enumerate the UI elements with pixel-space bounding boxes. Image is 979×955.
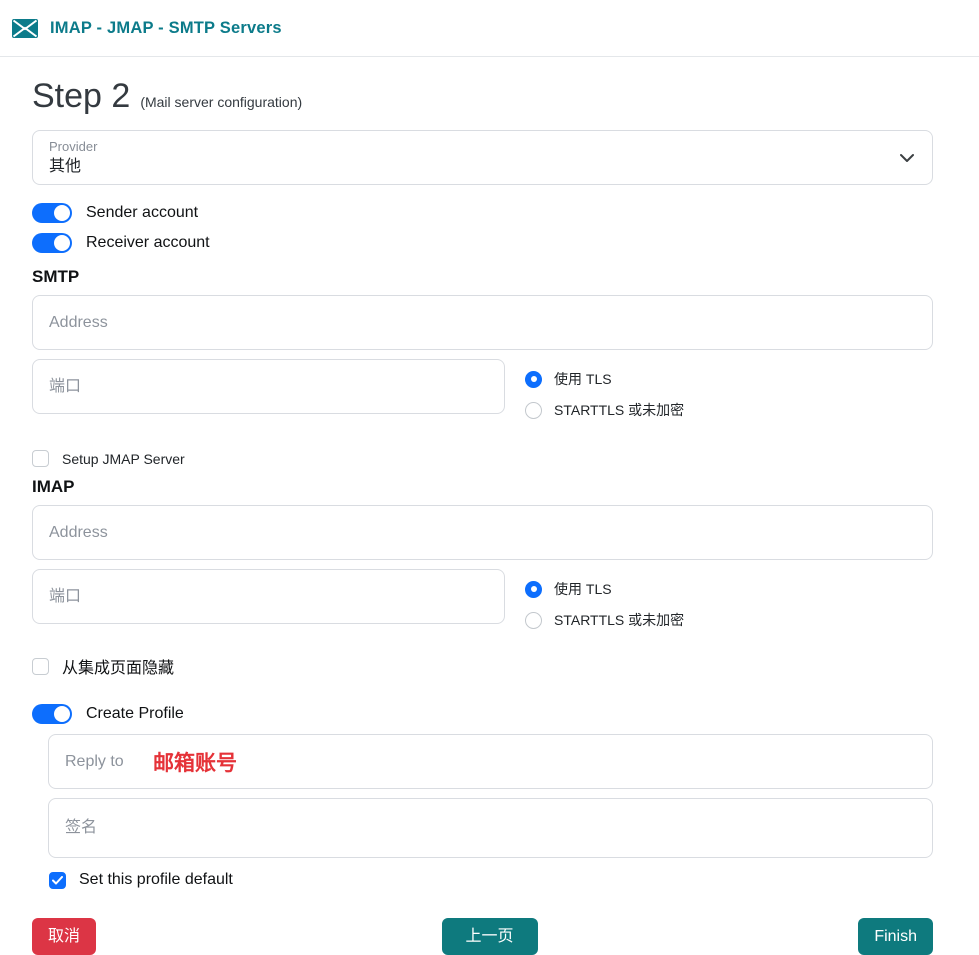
imap-port-row: 使用 TLS STARTTLS 或未加密	[32, 569, 933, 630]
imap-encryption-options: 使用 TLS STARTTLS 或未加密	[525, 569, 684, 630]
hide-from-integration-row: 从集成页面隐藏	[32, 654, 933, 678]
radio-button-icon[interactable]	[525, 581, 542, 598]
profile-default-label: Set this profile default	[79, 871, 233, 889]
smtp-radio-starttls[interactable]: STARTTLS 或未加密	[525, 400, 684, 420]
page-title: IMAP - JMAP - SMTP Servers	[50, 19, 282, 38]
imap-radio-tls[interactable]: 使用 TLS	[525, 579, 684, 599]
smtp-radio-tls-label: 使用 TLS	[554, 369, 612, 389]
create-profile-label: Create Profile	[86, 705, 184, 723]
create-profile-toggle[interactable]	[32, 704, 72, 724]
radio-button-icon[interactable]	[525, 371, 542, 388]
reply-to-input[interactable]	[49, 735, 932, 788]
provider-value: 其他	[49, 156, 916, 178]
imap-radio-starttls-label: STARTTLS 或未加密	[554, 610, 684, 630]
signature-field	[48, 798, 933, 858]
previous-page-button[interactable]: 上一页	[441, 918, 537, 955]
profile-inputs: 邮箱账号	[48, 734, 933, 858]
smtp-radio-starttls-label: STARTTLS 或未加密	[554, 400, 684, 420]
provider-select[interactable]: Provider 其他	[32, 130, 933, 185]
imap-port-field	[32, 569, 505, 624]
wizard-footer: 取消 上一页 Finish	[0, 918, 979, 955]
hide-from-integration-checkbox[interactable]	[32, 658, 49, 675]
step-subtitle: (Mail server configuration)	[140, 94, 302, 110]
hide-from-integration-label: 从集成页面隐藏	[62, 654, 174, 678]
create-profile-toggle-row: Create Profile	[32, 704, 933, 724]
smtp-encryption-options: 使用 TLS STARTTLS 或未加密	[525, 359, 684, 420]
envelope-icon	[12, 19, 38, 38]
receiver-account-toggle[interactable]	[32, 233, 72, 253]
sender-account-toggle-row: Sender account	[32, 203, 933, 223]
toggle-knob	[54, 706, 70, 722]
imap-radio-tls-label: 使用 TLS	[554, 579, 612, 599]
signature-input[interactable]	[49, 799, 932, 857]
toggle-knob	[54, 235, 70, 251]
provider-label: Provider	[49, 139, 916, 155]
smtp-port-input[interactable]	[33, 360, 504, 413]
sender-account-label: Sender account	[86, 204, 198, 222]
sender-account-toggle[interactable]	[32, 203, 72, 223]
imap-address-field	[32, 505, 933, 560]
receiver-account-label: Receiver account	[86, 234, 210, 252]
smtp-section-heading: SMTP	[32, 267, 933, 287]
imap-radio-starttls[interactable]: STARTTLS 或未加密	[525, 610, 684, 630]
toggle-knob	[54, 205, 70, 221]
step-title: Step 2	[32, 77, 130, 116]
profile-default-row: Set this profile default	[49, 871, 933, 889]
reply-to-field: 邮箱账号	[48, 734, 933, 789]
smtp-address-field	[32, 295, 933, 350]
setup-jmap-label: Setup JMAP Server	[62, 451, 185, 467]
smtp-port-field	[32, 359, 505, 414]
step-heading: Step 2 (Mail server configuration)	[32, 77, 933, 116]
imap-address-input[interactable]	[33, 506, 932, 559]
smtp-address-input[interactable]	[33, 296, 932, 349]
finish-button[interactable]: Finish	[858, 918, 933, 955]
smtp-port-row: 使用 TLS STARTTLS 或未加密	[32, 359, 933, 420]
profile-default-checkbox[interactable]	[49, 872, 66, 889]
setup-jmap-row: Setup JMAP Server	[32, 450, 933, 467]
imap-port-input[interactable]	[33, 570, 504, 623]
imap-section-heading: IMAP	[32, 477, 933, 497]
cancel-button[interactable]: 取消	[32, 918, 96, 955]
radio-button-icon[interactable]	[525, 402, 542, 419]
setup-jmap-checkbox[interactable]	[32, 450, 49, 467]
radio-button-icon[interactable]	[525, 612, 542, 629]
chevron-down-icon	[900, 153, 914, 162]
wizard-step-content: Step 2 (Mail server configuration) Provi…	[0, 57, 979, 889]
smtp-radio-tls[interactable]: 使用 TLS	[525, 369, 684, 389]
receiver-account-toggle-row: Receiver account	[32, 233, 933, 253]
app-header: IMAP - JMAP - SMTP Servers	[0, 0, 979, 57]
